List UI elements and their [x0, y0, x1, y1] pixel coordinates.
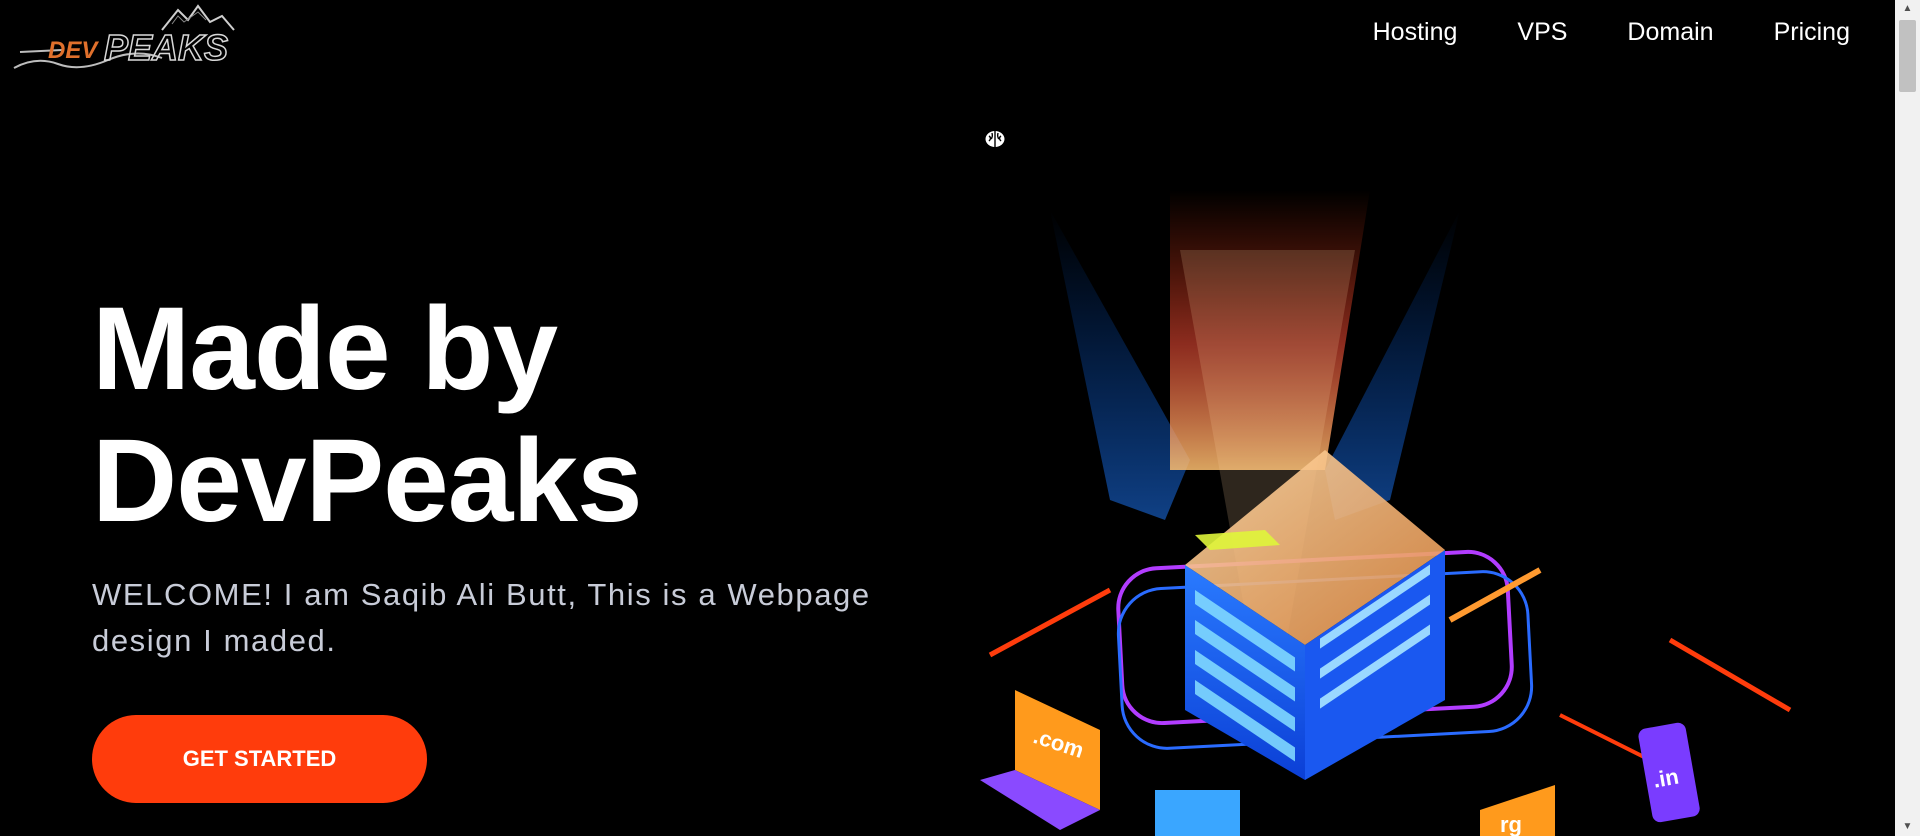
scroll-thumb[interactable]	[1899, 20, 1916, 92]
server-illustration: .com .in rg	[980, 190, 1792, 836]
hero-title-line2: DevPeaks	[92, 415, 643, 547]
tld-in-label: .in	[1651, 764, 1681, 793]
hero-title-line1: Made by	[92, 283, 558, 415]
devpeaks-logo[interactable]: DEV PEAKS	[12, 2, 242, 74]
nav-vps[interactable]: VPS	[1517, 18, 1567, 47]
hero-title: Made by DevPeaks	[92, 283, 643, 547]
main-nav: Hosting VPS Domain Pricing	[1373, 18, 1850, 47]
tld-org-label: rg	[1500, 812, 1522, 836]
scroll-up-icon[interactable]: ▲	[1895, 0, 1920, 18]
logo-dev-text: DEV	[48, 37, 99, 64]
brain-icon	[985, 131, 1005, 147]
scroll-down-icon[interactable]: ▼	[1895, 818, 1920, 836]
vertical-scrollbar[interactable]: ▲ ▼	[1895, 0, 1920, 836]
nav-hosting[interactable]: Hosting	[1373, 18, 1458, 47]
nav-pricing[interactable]: Pricing	[1774, 18, 1850, 47]
logo-peaks-text: PEAKS	[104, 27, 228, 68]
get-started-button[interactable]: GET STARTED	[92, 715, 427, 803]
nav-domain[interactable]: Domain	[1627, 18, 1713, 47]
hero-subtitle: WELCOME! I am Saqib Ali Butt, This is a …	[92, 577, 871, 658]
